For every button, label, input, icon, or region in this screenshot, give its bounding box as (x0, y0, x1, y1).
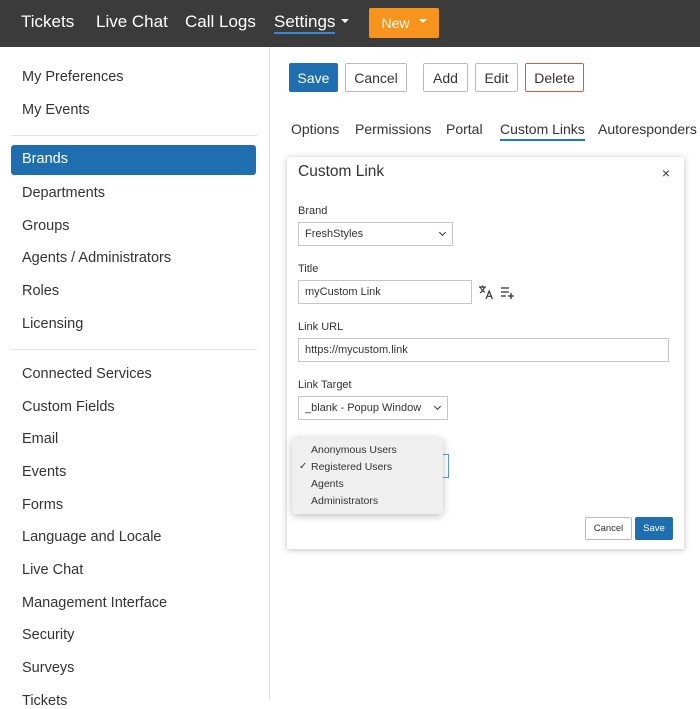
brand-select[interactable]: FreshStyles (298, 222, 453, 246)
sidebar-item-management-interface[interactable]: Management Interface (22, 595, 167, 611)
add-button[interactable]: Add (423, 63, 468, 92)
nav-call-logs[interactable]: Call Logs (185, 12, 256, 32)
top-navigation-bar: Tickets Live Chat Call Logs Settings New (0, 0, 700, 47)
sidebar-divider (11, 135, 257, 136)
chevron-down-icon (418, 19, 427, 23)
brand-label: Brand (298, 205, 328, 217)
title-input[interactable]: myCustom Link (298, 280, 472, 304)
sidebar-item-custom-fields[interactable]: Custom Fields (22, 399, 115, 415)
title-input-value: myCustom Link (305, 286, 381, 298)
sidebar-divider (11, 349, 257, 350)
visibility-dropdown: Anonymous Users ✓ Registered Users Agent… (292, 437, 443, 514)
dropdown-option-registered-users[interactable]: Registered Users (311, 461, 392, 473)
save-button[interactable]: Save (289, 63, 338, 92)
add-list-icon[interactable] (500, 286, 515, 302)
sidebar-item-brands[interactable]: Brands (11, 145, 256, 175)
dialog-title: Custom Link (298, 163, 385, 180)
dialog-cancel-button[interactable]: Cancel (585, 517, 632, 540)
sidebar-item-connected-services[interactable]: Connected Services (22, 366, 152, 382)
link-target-value: _blank - Popup Window (305, 402, 422, 414)
translate-icon[interactable] (478, 284, 494, 303)
nav-tickets[interactable]: Tickets (21, 12, 74, 32)
title-label: Title (298, 263, 319, 275)
sidebar-item-surveys[interactable]: Surveys (22, 660, 74, 676)
sidebar-item-email[interactable]: Email (22, 431, 58, 447)
sidebar-item-language-locale[interactable]: Language and Locale (22, 529, 162, 545)
tab-custom-links[interactable]: Custom Links (500, 121, 585, 141)
sidebar-item-agents-administrators[interactable]: Agents / Administrators (22, 250, 171, 266)
sidebar-item-departments[interactable]: Departments (22, 185, 105, 201)
link-url-input[interactable]: https://mycustom.link (298, 338, 669, 362)
nav-settings[interactable]: Settings (274, 12, 336, 34)
dropdown-option-anonymous-users[interactable]: Anonymous Users (311, 444, 397, 456)
new-button[interactable]: New (369, 8, 439, 38)
edit-button[interactable]: Edit (475, 63, 518, 92)
chevron-down-icon (433, 402, 442, 411)
sidebar-item-my-preferences[interactable]: My Preferences (22, 69, 124, 85)
dropdown-option-administrators[interactable]: Administrators (311, 495, 378, 507)
dialog-save-button[interactable]: Save (635, 517, 673, 540)
chevron-down-icon (341, 18, 350, 23)
sidebar-item-live-chat[interactable]: Live Chat (22, 562, 83, 578)
delete-button[interactable]: Delete (525, 63, 584, 92)
chevron-down-icon (438, 228, 447, 237)
tab-portal[interactable]: Portal (446, 121, 483, 137)
sidebar-item-licensing[interactable]: Licensing (22, 316, 83, 332)
nav-settings-wrap[interactable]: Settings (274, 12, 350, 34)
link-url-value: https://mycustom.link (305, 344, 408, 356)
sidebar-item-roles[interactable]: Roles (22, 283, 59, 299)
close-icon[interactable]: × (662, 165, 670, 181)
nav-live-chat[interactable]: Live Chat (96, 12, 168, 32)
new-button-label: New (381, 15, 410, 31)
sidebar-item-events[interactable]: Events (22, 464, 66, 480)
sidebar-item-security[interactable]: Security (22, 627, 74, 643)
link-target-label: Link Target (298, 379, 352, 391)
link-target-select[interactable]: _blank - Popup Window (298, 396, 448, 420)
tab-options[interactable]: Options (291, 121, 339, 137)
sidebar-item-groups[interactable]: Groups (22, 218, 70, 234)
dropdown-option-agents[interactable]: Agents (311, 478, 344, 490)
link-url-label: Link URL (298, 321, 344, 333)
sidebar-item-tickets[interactable]: Tickets (22, 693, 67, 709)
settings-sidebar: My Preferences My Events Brands Departme… (0, 47, 270, 709)
tab-permissions[interactable]: Permissions (355, 121, 431, 137)
sidebar-item-forms[interactable]: Forms (22, 497, 63, 513)
sidebar-item-my-events[interactable]: My Events (22, 102, 90, 118)
brand-select-value: FreshStyles (305, 228, 364, 240)
checkmark-icon: ✓ (299, 461, 308, 472)
tab-autoresponders[interactable]: Autoresponders (598, 121, 697, 137)
cancel-button[interactable]: Cancel (345, 63, 407, 92)
